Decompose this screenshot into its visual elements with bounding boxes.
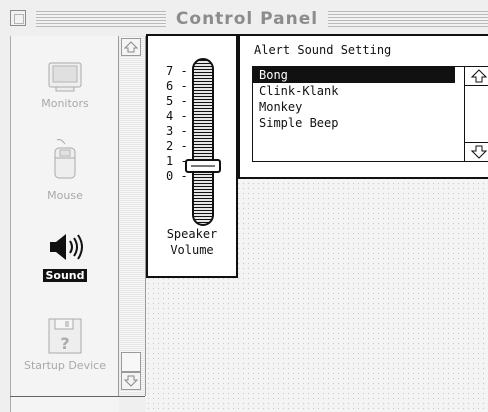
- volume-tick: 7 -: [166, 64, 188, 78]
- list-scroll-down-button[interactable]: [465, 142, 488, 161]
- down-arrow-icon: [123, 375, 139, 387]
- speaker-volume-panel: 7 - 6 - 5 - 4 - 3 - 2 - 1 - 0 - Speaker …: [146, 34, 238, 278]
- sidebar-item-sound[interactable]: Sound: [11, 230, 119, 283]
- scroll-up-button[interactable]: [121, 38, 141, 56]
- title-bar[interactable]: Control Panel: [0, 8, 488, 30]
- sidebar-item-startup-device[interactable]: ? Startup Device: [11, 318, 119, 373]
- sidebar-item-label: Mouse: [47, 189, 83, 202]
- list-item[interactable]: Clink-Klank: [253, 83, 455, 99]
- speaker-volume-label: Speaker Volume: [166, 227, 218, 257]
- list-item[interactable]: Simple Beep: [253, 115, 455, 131]
- volume-tick: 5 -: [166, 94, 188, 108]
- up-arrow-icon: [123, 41, 139, 53]
- down-arrow-icon: [471, 145, 487, 159]
- alert-sound-title: Alert Sound Setting: [254, 43, 392, 57]
- window-title: Control Panel: [175, 9, 319, 29]
- list-item[interactable]: Bong: [253, 67, 455, 83]
- sidebar-item-mouse[interactable]: Mouse: [11, 138, 119, 203]
- monitor-icon: [48, 62, 82, 92]
- volume-slider-knob[interactable]: [185, 159, 221, 173]
- scroll-down-button[interactable]: [121, 372, 141, 390]
- sidebar-item-label: Sound: [43, 269, 87, 282]
- volume-slider-track[interactable]: [192, 58, 214, 226]
- divider: [10, 396, 145, 397]
- volume-tick: 2 -: [166, 139, 188, 153]
- svg-text:?: ?: [60, 334, 69, 353]
- scroll-thumb[interactable]: [121, 352, 141, 372]
- list-item[interactable]: Monkey: [253, 99, 455, 115]
- floppy-disk-icon: ?: [48, 318, 82, 354]
- control-panel-list: Monitors Mouse Sound ? Startup Device: [10, 36, 119, 412]
- volume-tick: 3 -: [166, 124, 188, 138]
- sidebar-item-label: Monitors: [41, 97, 89, 110]
- title-bar-stripes-right: [328, 11, 488, 27]
- close-box[interactable]: [10, 10, 26, 26]
- volume-tick: 4 -: [166, 109, 188, 123]
- sidebar-scrollbar[interactable]: [118, 36, 146, 396]
- list-scroll-up-button[interactable]: [465, 67, 488, 86]
- sidebar-item-monitors[interactable]: Monitors: [11, 62, 119, 111]
- title-bar-stripes-left: [36, 11, 166, 27]
- mouse-icon: [54, 139, 76, 179]
- list-scrollbar[interactable]: [464, 67, 488, 161]
- volume-tick: 6 -: [166, 79, 188, 93]
- sidebar-item-label: Startup Device: [24, 359, 106, 372]
- control-panel-window: Control Panel Monitors Mouse Sound ? Sta…: [0, 0, 488, 412]
- alert-sound-list[interactable]: Bong Clink-Klank Monkey Simple Beep: [252, 66, 488, 162]
- up-arrow-icon: [471, 69, 487, 83]
- alert-sound-panel: Alert Sound Setting Bong Clink-Klank Mon…: [238, 34, 488, 179]
- speaker-icon: [50, 234, 83, 260]
